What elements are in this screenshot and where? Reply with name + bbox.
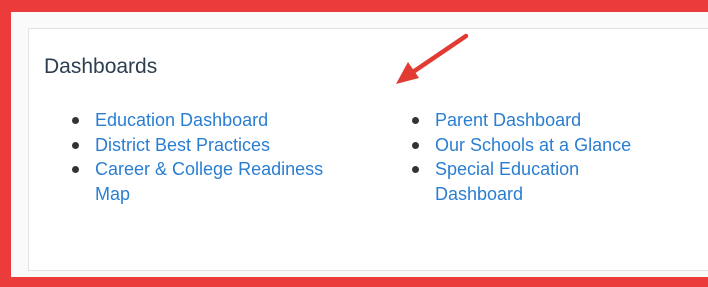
bullet-icon [72, 117, 79, 124]
bullet-icon [412, 166, 419, 173]
special-education-dashboard-link[interactable]: Special Education Dashboard [435, 159, 579, 204]
list-item: Our Schools at a Glance [401, 133, 701, 158]
list-item: Education Dashboard [61, 108, 361, 133]
district-best-practices-link[interactable]: District Best Practices [95, 135, 270, 155]
bullet-icon [72, 141, 79, 149]
bullet-icon [412, 117, 419, 124]
dashboards-panel: Dashboards Education Dashboard District … [28, 28, 708, 271]
list-item: Career & College Readiness Map [61, 157, 353, 206]
bullet-icon [412, 141, 419, 149]
dashboard-list-right: Parent Dashboard Our Schools at a Glance… [401, 108, 701, 206]
list-item: District Best Practices [61, 133, 361, 158]
list-item: Special Education Dashboard [401, 157, 625, 206]
parent-dashboard-link[interactable]: Parent Dashboard [435, 110, 581, 130]
career-college-readiness-map-link[interactable]: Career & College Readiness Map [95, 159, 323, 204]
bullet-icon [72, 166, 79, 173]
our-schools-at-a-glance-link[interactable]: Our Schools at a Glance [435, 135, 631, 155]
list-item: Parent Dashboard [401, 108, 701, 133]
dashboard-list-left: Education Dashboard District Best Practi… [61, 108, 361, 206]
section-title: Dashboards [44, 55, 158, 78]
education-dashboard-link[interactable]: Education Dashboard [95, 110, 268, 130]
